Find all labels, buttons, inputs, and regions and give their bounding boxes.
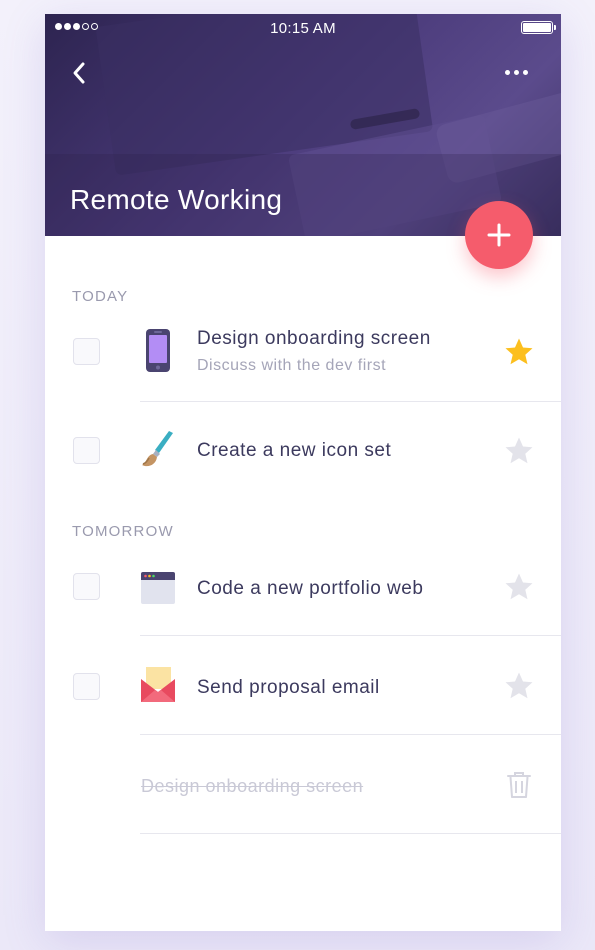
trash-icon[interactable] [506,771,532,799]
task-row[interactable]: Code a new portfolio web [45,537,561,636]
star-outline-icon[interactable] [504,671,534,701]
chevron-left-icon [73,62,85,84]
star-filled-icon[interactable] [504,337,534,367]
more-dots-icon [505,69,510,75]
app-screen: 10:15 AM Remote Working TODAY Design onb [45,14,561,931]
row-divider [140,833,561,834]
star-outline-icon[interactable] [504,436,534,466]
task-checkbox[interactable] [73,573,100,600]
task-row[interactable]: Send proposal email [45,636,561,735]
task-title: Send proposal email [197,677,380,698]
task-row[interactable]: Create a new icon set [45,402,561,501]
star-outline-icon[interactable] [504,572,534,602]
task-title: Code a new portfolio web [197,578,424,599]
task-checkbox[interactable] [73,338,100,365]
phone-icon [146,329,170,372]
paintbrush-icon [142,431,173,467]
task-subtitle: Discuss with the dev first [197,357,387,374]
more-options-button[interactable] [505,64,537,80]
battery-icon [521,21,556,34]
task-title: Create a new icon set [197,440,392,461]
browser-window-icon [141,572,175,604]
task-title: Design onboarding screen [197,328,431,349]
add-task-button[interactable] [465,201,533,269]
status-bar: 10:15 AM [45,14,561,42]
completed-task-row[interactable]: Design onboarding screen [45,735,561,834]
status-time: 10:15 AM [270,20,336,37]
completed-task-title: Design onboarding screen [141,776,364,796]
page-title: Remote Working [70,184,283,215]
header-banner: 10:15 AM Remote Working [45,14,561,236]
back-button[interactable] [67,60,93,86]
task-checkbox[interactable] [73,673,100,700]
envelope-icon [141,667,175,702]
task-checkbox[interactable] [73,437,100,464]
task-row[interactable]: Design onboarding screen Discuss with th… [45,303,561,402]
plus-icon [487,223,511,247]
